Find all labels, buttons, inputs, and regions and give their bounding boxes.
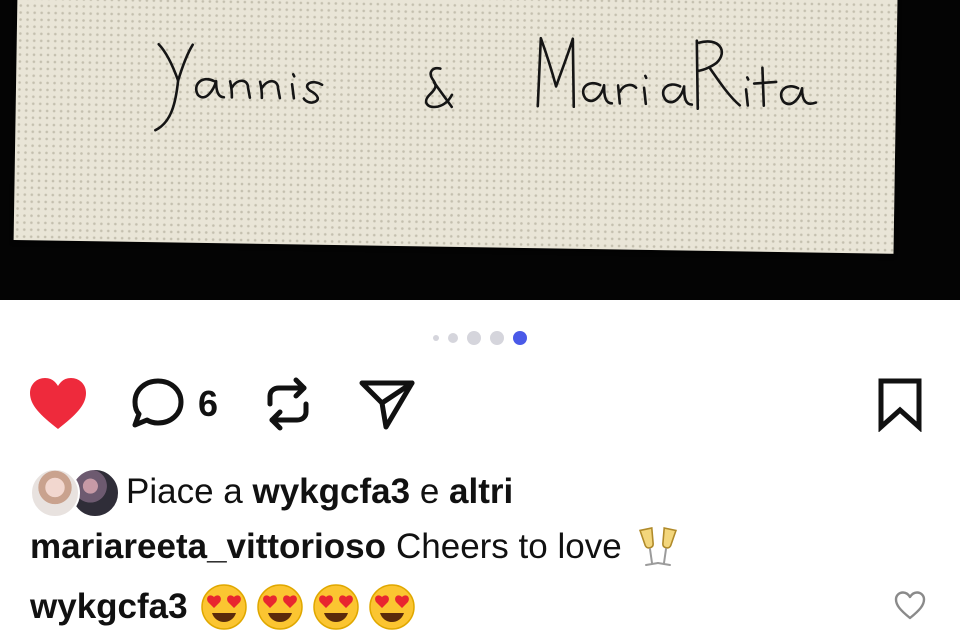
- comment-like-heart-icon[interactable]: [894, 590, 926, 622]
- caption-text: Cheers to love: [395, 527, 622, 566]
- post-caption: mariareeta_vittorioso Cheers to love: [30, 522, 680, 572]
- bookmark-icon: [878, 378, 922, 432]
- comment-emoji-row: [200, 583, 416, 631]
- liker-username[interactable]: wykgcfa3: [252, 472, 410, 511]
- comment-count: 6: [198, 383, 219, 424]
- repost-icon: [267, 377, 309, 431]
- heart-filled-icon: [30, 378, 86, 429]
- carousel-indicator[interactable]: [0, 330, 960, 346]
- action-bar: 6: [0, 372, 960, 436]
- comment-username[interactable]: wykgcfa3: [30, 587, 188, 627]
- comment-button[interactable]: 6: [130, 372, 218, 436]
- repost-button[interactable]: [262, 372, 314, 436]
- heart-eyes-emoji-icon: [312, 584, 359, 630]
- likes-others-link[interactable]: altri: [449, 472, 513, 511]
- comment-bubble-icon: [132, 378, 184, 428]
- carousel-dot: [490, 331, 504, 345]
- share-button[interactable]: [358, 372, 418, 436]
- likes-connector: e: [419, 472, 440, 511]
- caption-username[interactable]: mariareeta_vittorioso: [30, 527, 386, 567]
- post-photo[interactable]: [0, 0, 960, 300]
- carousel-dot-active: [513, 331, 527, 345]
- likes-prefix: Piace a: [126, 472, 243, 511]
- place-card: [13, 0, 898, 254]
- avatar: [30, 468, 80, 518]
- comment-item: wykgcfa3: [30, 580, 416, 634]
- heart-eyes-emoji-icon: [200, 584, 247, 630]
- carousel-dot: [433, 335, 439, 341]
- clinking-glasses-icon: [636, 525, 680, 569]
- likes-text: Piace a wykgcfa3 e altri: [126, 472, 513, 512]
- post-view: 6 Piace a wykgcfa3 e altri mariareeta_vi…: [0, 0, 960, 640]
- save-button[interactable]: [876, 372, 924, 436]
- carousel-dot: [448, 333, 458, 343]
- heart-eyes-emoji-icon: [368, 584, 415, 630]
- liker-avatars: [30, 467, 120, 518]
- like-button[interactable]: [28, 372, 88, 436]
- carousel-dot: [467, 331, 481, 345]
- send-icon: [359, 380, 415, 430]
- handwritten-names: [154, 36, 818, 132]
- heart-eyes-emoji-icon: [256, 584, 303, 630]
- likes-summary[interactable]: Piace a wykgcfa3 e altri: [30, 466, 513, 518]
